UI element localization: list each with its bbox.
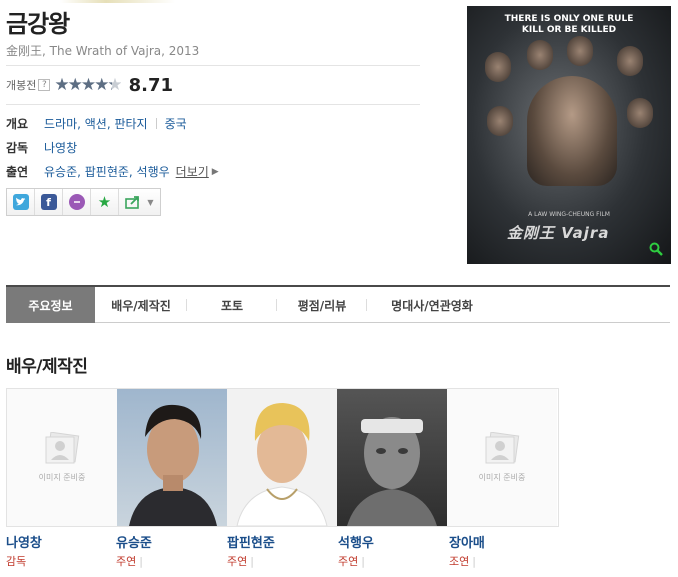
stars-filled: ★★★★ <box>54 75 109 95</box>
tab-photo[interactable]: 포토 <box>187 287 277 323</box>
tab-label: 배우/제작진 <box>111 298 171 313</box>
twitter-button[interactable] <box>7 189 35 215</box>
poster-figure <box>487 106 513 136</box>
cast-label: 출연 <box>6 165 29 179</box>
favorite-button[interactable]: ★ <box>91 189 119 215</box>
role-text: 주연 <box>116 555 137 568</box>
poster-tagline-1: THERE IS ONLY ONE RULE <box>504 14 634 24</box>
person-role: 주연 | <box>338 553 365 569</box>
tab-label: 평점/리뷰 <box>297 298 347 313</box>
chevron-down-icon: ▼ <box>147 197 154 207</box>
person-photo[interactable] <box>227 389 337 526</box>
no-image: 이미지 준비중 <box>7 389 117 526</box>
help-icon[interactable]: ? <box>38 79 51 91</box>
person-role: 감독 <box>6 553 26 569</box>
placeholder-text: 이미지 준비중 <box>478 473 526 482</box>
director-link[interactable]: 나영창 <box>44 139 77 156</box>
tab-bar: 주요정보 배우/제작진 포토 평점/리뷰 명대사/연관영화 <box>6 285 670 323</box>
person-name[interactable]: 석행우 <box>338 532 374 551</box>
rating-score: 8.71 <box>128 74 174 96</box>
share-export-icon <box>125 196 140 209</box>
poster-main-figure <box>527 76 617 186</box>
person-role: 주연 | <box>227 553 254 569</box>
person-name[interactable]: 팝핀현준 <box>227 532 275 551</box>
role-separator: | <box>361 555 365 568</box>
poster-figure <box>527 40 553 70</box>
separator <box>155 118 157 129</box>
person-name[interactable]: 장아매 <box>449 532 485 551</box>
movie-subtitle: 金刚王, The Wrath of Vajra, 2013 <box>6 44 200 58</box>
poster-figure <box>627 98 653 128</box>
tab-label: 명대사/연관영화 <box>391 298 473 313</box>
star-partial: ★ <box>107 75 122 95</box>
role-separator: | <box>472 555 476 568</box>
rating-label: 개봉전 <box>6 79 37 92</box>
cast-link[interactable]: 유승준, 팝핀현준, 석행우 <box>44 163 170 180</box>
share-menu-button[interactable]: ▼ <box>119 189 160 215</box>
chat-icon <box>68 194 85 210</box>
role-separator: | <box>250 555 254 568</box>
tab-cast-crew[interactable]: 배우/제작진 <box>95 287 187 323</box>
role-text: 조연 <box>449 555 470 568</box>
divider <box>6 65 420 66</box>
poster-figure <box>567 36 593 66</box>
image-placeholder-icon <box>485 432 520 464</box>
role-text: 주연 <box>227 555 248 568</box>
chat-button[interactable] <box>63 189 91 215</box>
rating-row: 개봉전 ? ★★★★★ 8.71 <box>6 74 174 96</box>
person-name[interactable]: 유승준 <box>116 532 152 551</box>
search-icon[interactable] <box>649 242 663 256</box>
movie-poster[interactable]: THERE IS ONLY ONE RULE KILL OR BE KILLED… <box>467 6 671 264</box>
country-link[interactable]: 중국 <box>165 115 187 132</box>
portrait-image <box>236 403 328 526</box>
cast-photo-grid: 이미지 준비중 이미지 준비중 <box>6 388 559 527</box>
director-label: 감독 <box>6 141 29 155</box>
page-title: 금강왕 <box>6 10 70 38</box>
person-role: 조연 | <box>449 553 476 569</box>
divider <box>6 104 420 105</box>
section-title: 배우/제작진 <box>6 357 88 377</box>
facebook-icon: f <box>40 194 57 210</box>
more-link[interactable]: 더보기 <box>176 163 209 180</box>
person-photo-placeholder[interactable]: 이미지 준비중 <box>447 389 557 526</box>
tab-main-info[interactable]: 주요정보 <box>6 287 95 323</box>
person-name[interactable]: 나영창 <box>6 532 42 551</box>
info-director: 감독 나영창 <box>6 139 77 156</box>
person-photo[interactable] <box>117 389 227 526</box>
overview-label: 개요 <box>6 117 29 131</box>
role-text: 주연 <box>338 555 359 568</box>
role-separator: | <box>139 555 143 568</box>
person-photo[interactable] <box>337 389 447 526</box>
portrait-image <box>129 404 217 526</box>
poster-credit: A LAW WING-CHEUNG FILM <box>528 211 610 218</box>
person-role: 주연 | <box>116 553 143 569</box>
no-image: 이미지 준비중 <box>447 389 557 526</box>
star-rating: ★★★★★ <box>54 75 122 95</box>
poster-tagline: THERE IS ONLY ONE RULE KILL OR BE KILLED <box>467 14 671 36</box>
favorite-star-icon: ★ <box>97 193 112 211</box>
info-cast: 출연 유승준, 팝핀현준, 석행우 더보기 ▶ <box>6 163 219 180</box>
image-placeholder-icon <box>45 432 80 464</box>
tab-reviews[interactable]: 평점/리뷰 <box>277 287 367 323</box>
facebook-button[interactable]: f <box>35 189 63 215</box>
poster-tagline-2: KILL OR BE KILLED <box>521 25 617 35</box>
role-text: 감독 <box>6 555 27 568</box>
poster-figure <box>485 52 511 82</box>
title-decoration <box>60 0 175 3</box>
tab-quotes-related[interactable]: 명대사/연관영화 <box>367 287 497 323</box>
poster-logo: 金刚王 Vajra <box>507 224 610 242</box>
twitter-icon <box>12 194 29 210</box>
tab-label: 주요정보 <box>28 298 73 313</box>
share-toolbar: f ★ ▼ <box>6 188 161 216</box>
chevron-right-icon: ▶ <box>211 166 219 177</box>
placeholder-text: 이미지 준비중 <box>38 473 86 482</box>
person-photo-placeholder[interactable]: 이미지 준비중 <box>7 389 117 526</box>
portrait-image <box>347 417 437 526</box>
info-overview: 개요 드라마, 액션, 판타지 중국 <box>6 115 187 132</box>
poster-figure <box>617 46 643 76</box>
genres-link[interactable]: 드라마, 액션, 판타지 <box>44 115 148 132</box>
tab-label: 포토 <box>220 298 244 313</box>
